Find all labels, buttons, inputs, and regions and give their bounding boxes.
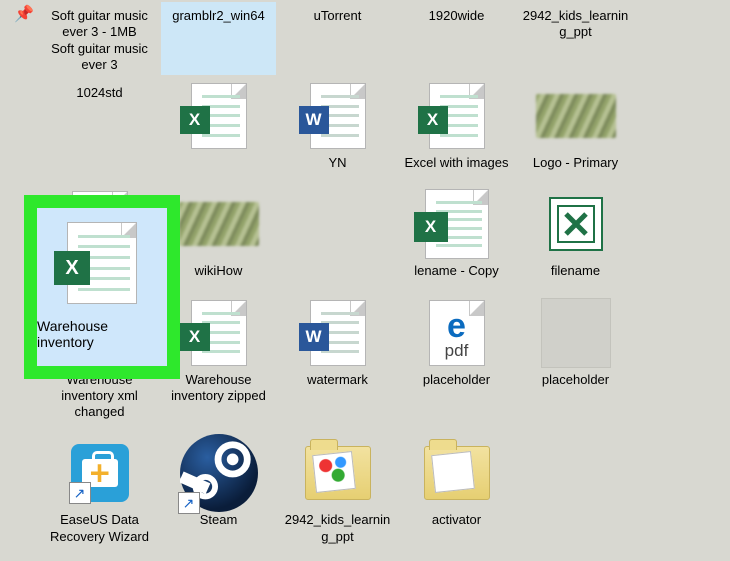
file-item[interactable]: ↗ EaseUS Data Recovery Wizard [42, 436, 157, 547]
file-item[interactable]: X [161, 79, 276, 173]
highlighted-selection[interactable]: X Warehouse inventory [24, 195, 180, 379]
file-label: 2942_kids_learning_ppt [283, 512, 393, 545]
excel-file-icon: X [67, 222, 137, 304]
file-item[interactable]: placeholder [518, 296, 633, 423]
excel-file-icon: X [425, 189, 489, 259]
file-item[interactable]: epdf placeholder [399, 296, 514, 423]
word-file-icon: W [310, 83, 366, 149]
file-item[interactable]: activator [399, 436, 514, 547]
file-label: EaseUS Data Recovery Wizard [45, 512, 155, 545]
file-label: gramblr2_win64 [172, 8, 265, 24]
excel-file-icon: X [191, 300, 247, 366]
file-item[interactable]: Soft guitar music ever 3 - 1MB Soft guit… [42, 2, 157, 75]
file-label: YN [328, 155, 346, 171]
file-label: Warehouse inventory zipped [164, 372, 274, 405]
file-label: placeholder [423, 372, 490, 388]
file-label: wikiHow [195, 263, 243, 279]
file-label: uTorrent [314, 8, 362, 24]
file-label: Excel with images [404, 155, 508, 171]
file-item-selected[interactable]: X Warehouse inventory [37, 208, 167, 366]
excel-file-icon: X [191, 83, 247, 149]
file-item[interactable]: ↗ Steam [161, 436, 276, 547]
file-item[interactable]: gramblr2_win64 [161, 2, 276, 75]
file-item[interactable]: Logo - Primary [518, 79, 633, 173]
blurred-image-icon [179, 202, 259, 246]
file-item[interactable]: W YN [280, 79, 395, 173]
file-label: 1920wide [429, 8, 485, 24]
file-item[interactable]: W watermark [280, 296, 395, 423]
blurred-image-icon [536, 94, 616, 138]
file-item[interactable]: filename [518, 187, 633, 281]
folder-icon [424, 446, 490, 500]
file-label: lename - Copy [414, 263, 499, 279]
file-label: activator [432, 512, 481, 528]
excel-file-icon: X [429, 83, 485, 149]
file-item[interactable]: 1920wide [399, 2, 514, 75]
file-label: Logo - Primary [533, 155, 618, 171]
folder-icon [305, 446, 371, 500]
file-label: watermark [307, 372, 368, 388]
easeus-icon: ↗ [71, 444, 129, 502]
file-item[interactable]: 1024std [42, 79, 157, 183]
file-item[interactable]: uTorrent [280, 2, 395, 75]
file-label: Steam [200, 512, 238, 528]
shortcut-arrow-icon: ↗ [178, 492, 200, 514]
file-label: filename [551, 263, 600, 279]
edge-pdf-icon: epdf [429, 300, 485, 366]
file-label: placeholder [542, 372, 609, 388]
blank-thumbnail-icon [541, 298, 611, 368]
excel-legacy-icon [549, 197, 603, 251]
file-item[interactable]: 2942_kids_learning_ppt [280, 436, 395, 547]
pin-icon: 📌 [14, 4, 34, 24]
file-item[interactable]: X lename - Copy [399, 187, 514, 281]
file-label: Warehouse inventory [37, 318, 167, 350]
file-label: 1024std [76, 85, 122, 101]
steam-icon: ↗ [180, 434, 258, 512]
file-item[interactable]: X Excel with images [399, 79, 514, 173]
word-file-icon: W [310, 300, 366, 366]
file-item[interactable]: 2942_kids_learning_ppt [518, 2, 633, 75]
shortcut-arrow-icon: ↗ [69, 482, 91, 504]
file-label: Soft guitar music ever 3 - 1MB Soft guit… [45, 8, 155, 73]
file-label: 2942_kids_learning_ppt [521, 8, 631, 41]
